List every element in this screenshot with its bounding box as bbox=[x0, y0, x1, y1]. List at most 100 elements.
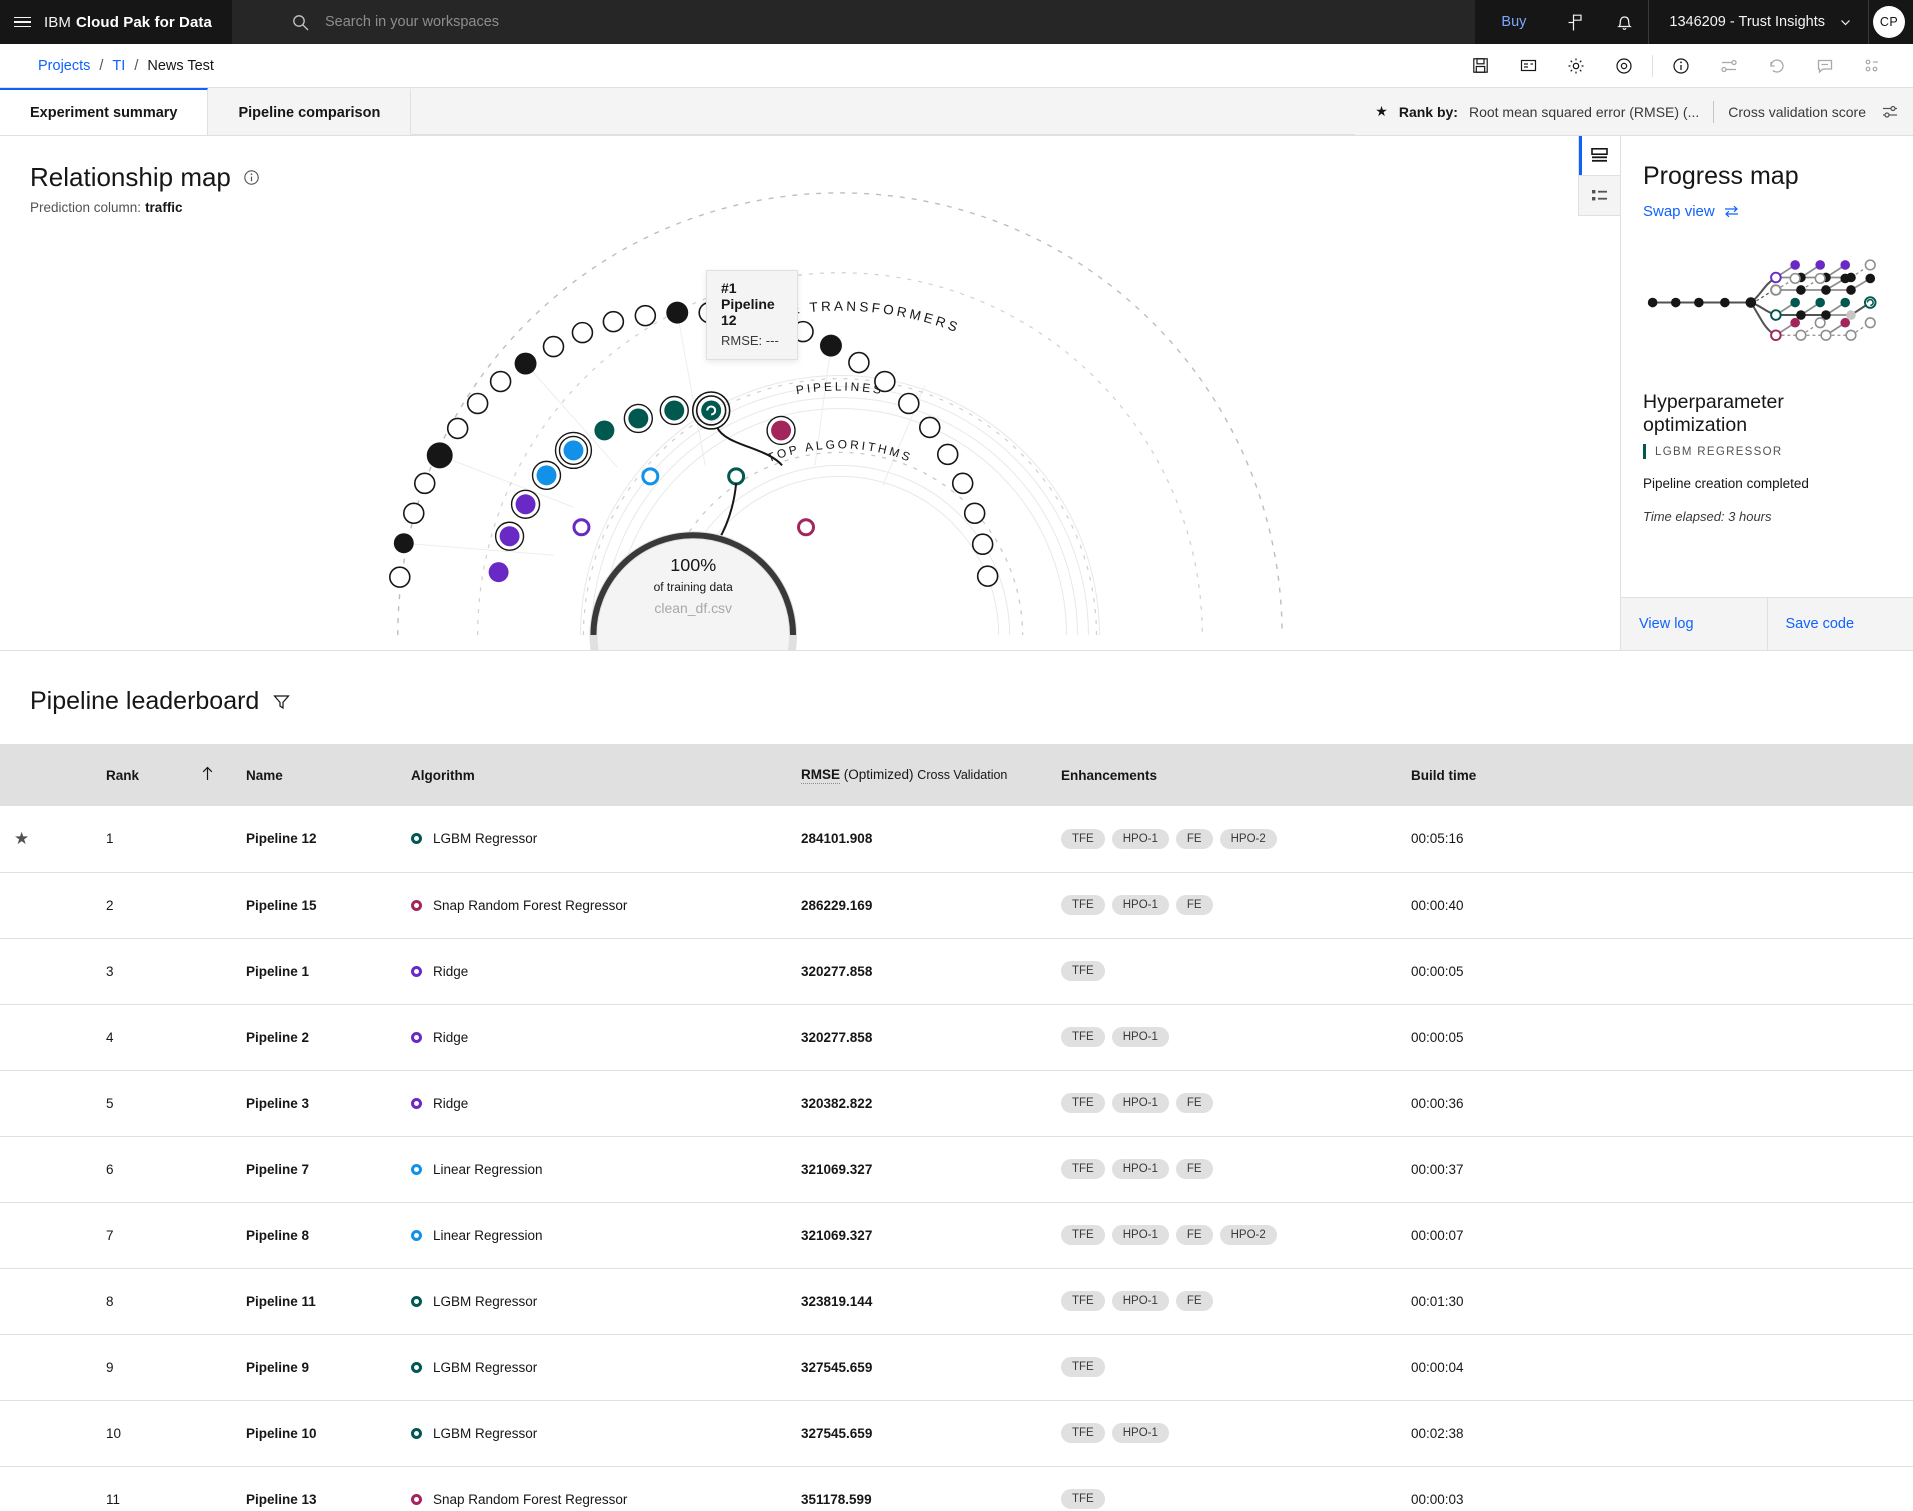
cell-enhancements: TFE bbox=[1047, 1466, 1397, 1511]
account-selector[interactable]: 1346209 - Trust Insights bbox=[1648, 0, 1868, 44]
rank-by-metric[interactable]: Root mean squared error (RMSE) (... bbox=[1469, 104, 1699, 120]
enhancement-tag: HPO-1 bbox=[1111, 1027, 1169, 1047]
cell-enhancements: TFE HPO-1 bbox=[1047, 1004, 1397, 1071]
favorite-star-cell[interactable] bbox=[0, 1400, 92, 1467]
enhancement-tag: FE bbox=[1175, 1291, 1213, 1311]
table-row[interactable]: 4 Pipeline 2 Ridge 320277.858 TFE HPO-1 00:00:… bbox=[0, 1004, 1913, 1071]
star-icon[interactable]: ★ bbox=[14, 829, 29, 848]
enhancement-tag: HPO-1 bbox=[1111, 895, 1169, 915]
col-rmse[interactable]: RMSE (Optimized) Cross Validation bbox=[787, 744, 1047, 806]
gear-icon[interactable] bbox=[1552, 44, 1600, 88]
progress-map-panel: Progress map Swap view Hyperparameter op… bbox=[1620, 136, 1913, 650]
table-row[interactable]: 6 Pipeline 7 Linear Regression 321069.327 TF… bbox=[0, 1136, 1913, 1203]
brand-product: Cloud Pak for Data bbox=[75, 13, 212, 31]
tab-experiment-summary[interactable]: Experiment summary bbox=[0, 88, 209, 135]
radial-relationship-diagram[interactable]: FEATURE TRANSFORMERS PIPELINES TOP ALGOR… bbox=[0, 136, 1620, 650]
workflow-icon[interactable] bbox=[1552, 0, 1600, 44]
details-icon[interactable] bbox=[1849, 44, 1897, 88]
favorite-star-cell[interactable] bbox=[0, 938, 92, 1005]
view-log-button[interactable]: View log bbox=[1621, 598, 1767, 650]
favorite-star-cell[interactable] bbox=[0, 1004, 92, 1071]
cell-pipeline-name[interactable]: Pipeline 12 bbox=[232, 806, 397, 873]
cell-pipeline-name[interactable]: Pipeline 1 bbox=[232, 938, 397, 1005]
cell-algorithm: Ridge bbox=[397, 938, 787, 1005]
filter-icon[interactable] bbox=[273, 694, 291, 710]
product-brand[interactable]: IBM Cloud Pak for Data bbox=[44, 0, 232, 44]
history-icon[interactable] bbox=[1753, 44, 1801, 88]
relations-icon[interactable] bbox=[1705, 44, 1753, 88]
cell-rmse: 284101.908 bbox=[787, 806, 1047, 873]
map-view-icon[interactable] bbox=[1579, 136, 1620, 176]
cell-pipeline-name[interactable]: Pipeline 2 bbox=[232, 1004, 397, 1071]
col-enhancements[interactable]: Enhancements bbox=[1047, 744, 1397, 806]
cross-validation-score-label[interactable]: Cross validation score bbox=[1728, 104, 1866, 120]
info-icon[interactable] bbox=[1657, 44, 1705, 88]
cell-pipeline-name[interactable]: Pipeline 9 bbox=[232, 1334, 397, 1401]
enhancement-tag: FE bbox=[1175, 1093, 1213, 1113]
algorithm-label: LGBM Regressor bbox=[433, 1293, 538, 1309]
table-row[interactable]: 9 Pipeline 9 LGBM Regressor 327545.659 TFE 00… bbox=[0, 1334, 1913, 1401]
notification-bell-icon[interactable] bbox=[1600, 0, 1648, 44]
global-search[interactable] bbox=[231, 0, 1476, 44]
cell-enhancements: TFE HPO-1 FE bbox=[1047, 1268, 1397, 1335]
table-row[interactable]: 10 Pipeline 10 LGBM Regressor 327545.659 TFE… bbox=[0, 1400, 1913, 1467]
enhancement-tag: FE bbox=[1175, 1159, 1213, 1179]
cell-algorithm: LGBM Regressor bbox=[397, 1268, 787, 1335]
col-build-time[interactable]: Build time bbox=[1397, 744, 1913, 806]
hamburger-menu-icon[interactable] bbox=[0, 0, 44, 44]
comment-icon[interactable] bbox=[1801, 44, 1849, 88]
favorite-star-cell[interactable] bbox=[0, 1202, 92, 1269]
favorite-star-cell[interactable] bbox=[0, 1070, 92, 1137]
favorite-star-cell[interactable] bbox=[0, 1466, 92, 1511]
cell-pipeline-name[interactable]: Pipeline 11 bbox=[232, 1268, 397, 1335]
algorithm-color-dot bbox=[411, 1229, 422, 1241]
swap-view-button[interactable]: Swap view bbox=[1643, 203, 1891, 220]
avatar-container[interactable]: CP bbox=[1868, 0, 1913, 44]
table-row[interactable]: 3 Pipeline 1 Ridge 320277.858 TFE 00:00:05 bbox=[0, 938, 1913, 1005]
table-row[interactable]: 7 Pipeline 8 Linear Regression 321069.327 TF… bbox=[0, 1202, 1913, 1269]
relationship-map-canvas[interactable]: Relationship map Prediction column: traff… bbox=[0, 136, 1620, 650]
enhancement-tag: TFE bbox=[1061, 1423, 1105, 1443]
table-row[interactable]: 2 Pipeline 15 Snap Random Forest Regressor… bbox=[0, 872, 1913, 939]
buy-button[interactable]: Buy bbox=[1475, 0, 1552, 44]
breadcrumb-toolbar bbox=[1456, 44, 1897, 88]
cell-pipeline-name[interactable]: Pipeline 8 bbox=[232, 1202, 397, 1269]
col-name[interactable]: Name bbox=[232, 744, 397, 806]
save-icon[interactable] bbox=[1456, 44, 1504, 88]
cell-enhancements: TFE HPO-1 FE HPO-2 bbox=[1047, 1202, 1397, 1269]
breadcrumb-item-ti[interactable]: TI bbox=[112, 58, 125, 74]
table-row[interactable]: 5 Pipeline 3 Ridge 320382.822 TFE HPO-1 FE 00:0… bbox=[0, 1070, 1913, 1137]
favorite-star-cell[interactable] bbox=[0, 1334, 92, 1401]
favorite-star-cell[interactable] bbox=[0, 872, 92, 939]
table-row[interactable]: ★ 1 Pipeline 12 LGBM Regressor 284101.908 TFE… bbox=[0, 806, 1913, 873]
algorithm-label: Snap Random Forest Regressor bbox=[433, 1491, 628, 1507]
list-view-icon[interactable] bbox=[1579, 176, 1620, 216]
target-icon[interactable] bbox=[1600, 44, 1648, 88]
search-input[interactable] bbox=[324, 14, 1476, 30]
hub-caption: of training data bbox=[654, 580, 734, 594]
table-row[interactable]: 11 Pipeline 13 Snap Random Forest Regresso… bbox=[0, 1466, 1913, 1511]
col-algorithm[interactable]: Algorithm bbox=[397, 744, 787, 806]
sliders-icon[interactable] bbox=[1881, 103, 1899, 121]
algorithm-color-dot bbox=[411, 1031, 422, 1043]
favorite-star-cell[interactable] bbox=[0, 1268, 92, 1335]
cell-pipeline-name[interactable]: Pipeline 3 bbox=[232, 1070, 397, 1137]
map-view-toggle bbox=[1578, 136, 1620, 216]
tab-pipeline-comparison[interactable]: Pipeline comparison bbox=[208, 88, 412, 135]
cell-rank: 3 bbox=[92, 938, 232, 1005]
breadcrumb-item-projects[interactable]: Projects bbox=[38, 58, 90, 74]
search-icon bbox=[292, 14, 309, 31]
favorite-star-cell[interactable] bbox=[0, 1136, 92, 1203]
cell-pipeline-name[interactable]: Pipeline 15 bbox=[232, 872, 397, 939]
avatar: CP bbox=[1873, 6, 1905, 38]
algorithm-color-dot bbox=[411, 1493, 422, 1505]
cell-pipeline-name[interactable]: Pipeline 7 bbox=[232, 1136, 397, 1203]
favorite-star-cell[interactable]: ★ bbox=[0, 806, 92, 873]
col-rank[interactable]: Rank bbox=[92, 744, 232, 806]
notebook-icon[interactable] bbox=[1504, 44, 1552, 88]
cell-pipeline-name[interactable]: Pipeline 13 bbox=[232, 1466, 397, 1511]
chevron-down-icon bbox=[1841, 19, 1850, 25]
table-row[interactable]: 8 Pipeline 11 LGBM Regressor 323819.144 TFE H… bbox=[0, 1268, 1913, 1335]
save-code-button[interactable]: Save code bbox=[1766, 598, 1913, 650]
cell-pipeline-name[interactable]: Pipeline 10 bbox=[232, 1400, 397, 1467]
